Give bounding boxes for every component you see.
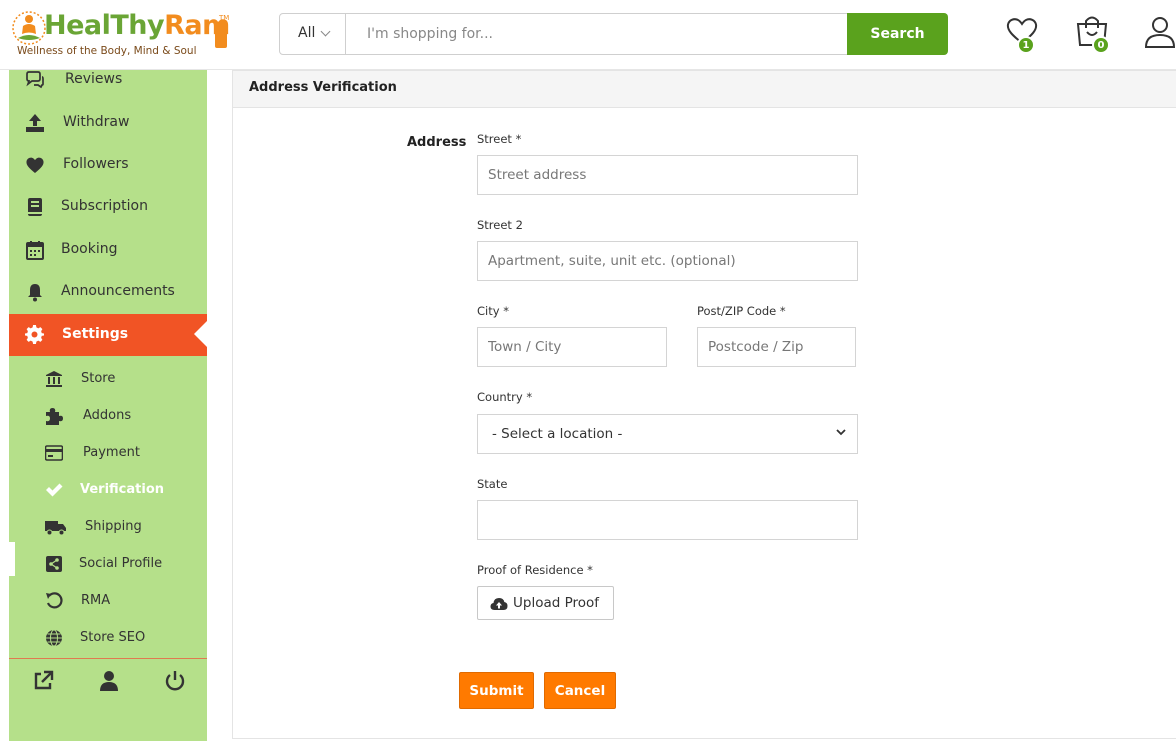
sidebar-subitem-label: RMA [81, 593, 111, 608]
truck-icon [45, 521, 66, 536]
book-icon [28, 198, 42, 216]
sidebar-subitem-label: Verification [80, 482, 165, 497]
sidebar-item-withdraw[interactable]: Withdraw [9, 103, 207, 143]
sidebar-subitem-social-profile[interactable]: Social Profile [9, 547, 207, 581]
state-label: State [477, 477, 508, 491]
cart-button[interactable]: 0 [1073, 14, 1113, 56]
logo-tm: TM [219, 14, 230, 22]
sidebar-subitem-store[interactable]: Store [9, 362, 207, 396]
sidebar-item-booking[interactable]: Booking [9, 230, 207, 270]
wishlist-count-badge: 1 [1017, 36, 1035, 54]
logo-name-part1: HealThy [44, 10, 165, 41]
logo-badge [215, 22, 227, 48]
address-verification-panel: Address Verification Address Street * St… [232, 70, 1176, 739]
cart-count-badge: 0 [1092, 36, 1110, 54]
country-label: Country * [477, 390, 533, 404]
country-select[interactable]: - Select a location - [477, 414, 858, 454]
sidebar-subitem-rma[interactable]: RMA [9, 584, 207, 618]
dashboard-sidebar: Reviews Withdraw Followers Subscription [9, 70, 208, 741]
search-category-select[interactable]: All [280, 14, 346, 54]
visit-store-button[interactable] [32, 670, 54, 692]
panel-header: Address Verification [233, 71, 1176, 108]
logo-tagline: Wellness of the Body, Mind & Soul [17, 45, 197, 57]
user-icon [100, 671, 118, 691]
sidebar-item-label: Reviews [65, 71, 123, 87]
zip-label: Post/ZIP Code * [697, 304, 786, 318]
sidebar-subitem-label: Store SEO [80, 630, 146, 645]
user-icon [1144, 17, 1176, 48]
upload-proof-button[interactable]: Upload Proof [477, 586, 614, 620]
wishlist-button[interactable]: 1 [1003, 14, 1043, 56]
sidebar-subitem-verification[interactable]: Verification [9, 473, 207, 507]
sidebar-item-label: Announcements [61, 283, 175, 299]
chevron-down-icon [836, 429, 846, 436]
search-button[interactable]: Search [847, 13, 948, 55]
site-logo[interactable]: HealThyRam TM Wellness of the Body, Mind… [12, 8, 230, 62]
sidebar-item-label: Settings [62, 326, 129, 342]
meditating-figure-icon [12, 11, 46, 45]
street-label: Street * [477, 132, 522, 146]
calendar-icon [26, 241, 44, 260]
puzzle-icon [46, 408, 63, 425]
cancel-button[interactable]: Cancel [544, 672, 616, 709]
sidebar-item-announcements[interactable]: Announcements [9, 272, 207, 312]
sidebar-subitem-store-seo[interactable]: Store SEO [9, 621, 207, 655]
submit-button[interactable]: Submit [459, 672, 534, 709]
edit-account-button[interactable] [98, 670, 120, 692]
city-label: City * [477, 304, 509, 318]
search-input[interactable] [347, 14, 847, 54]
power-icon [165, 671, 185, 691]
sidebar-item-settings[interactable]: Settings [9, 314, 208, 356]
account-button[interactable] [1141, 14, 1176, 56]
sidebar-item-reviews[interactable]: Reviews [9, 60, 207, 100]
logout-button[interactable] [164, 670, 186, 692]
sidebar-subitem-payment[interactable]: Payment [9, 436, 207, 470]
search-bar: All Search [279, 13, 948, 55]
street-field[interactable] [477, 155, 858, 195]
chevron-down-icon [320, 26, 331, 37]
address-section-label: Address [407, 135, 467, 150]
sidebar-subitem-label: Social Profile [79, 556, 163, 571]
bell-icon [28, 284, 42, 302]
proof-label: Proof of Residence * [477, 563, 593, 577]
panel-title: Address Verification [249, 80, 397, 95]
reviews-icon [26, 71, 44, 89]
search-category-value: All [298, 25, 316, 41]
globe-icon [46, 629, 62, 647]
sidebar-item-label: Subscription [61, 198, 148, 214]
sidebar-item-label: Followers [63, 156, 129, 172]
city-field[interactable] [477, 327, 667, 367]
zip-field[interactable] [697, 327, 856, 367]
upload-proof-label: Upload Proof [513, 595, 600, 611]
share-icon [46, 556, 62, 572]
country-selected-value: - Select a location - [492, 426, 623, 442]
undo-icon [46, 592, 63, 609]
sidebar-subitem-label: Store [81, 371, 116, 386]
upload-icon [26, 114, 44, 132]
gear-icon [25, 325, 44, 344]
cloud-upload-icon [490, 598, 508, 610]
check-icon [46, 483, 63, 497]
street2-field[interactable] [477, 241, 858, 281]
sidebar-item-label: Booking [61, 241, 118, 257]
heart-icon [26, 157, 44, 173]
sidebar-subitem-addons[interactable]: Addons [9, 399, 207, 433]
sidebar-subitem-label: Addons [83, 408, 132, 423]
credit-card-icon [45, 445, 63, 461]
external-link-icon [34, 670, 54, 690]
sidebar-subitem-label: Shipping [85, 519, 142, 534]
bank-icon [46, 371, 62, 387]
sidebar-subitem-label: Payment [83, 445, 140, 460]
sidebar-item-subscription[interactable]: Subscription [9, 187, 207, 227]
sidebar-item-label: Withdraw [63, 114, 130, 130]
state-field[interactable] [477, 500, 858, 540]
sidebar-footer-divider [9, 658, 207, 659]
sidebar-subitem-shipping[interactable]: Shipping [9, 510, 207, 544]
sidebar-item-followers[interactable]: Followers [9, 145, 207, 185]
logo-wordmark: HealThyRam [44, 10, 230, 41]
street2-label: Street 2 [477, 218, 523, 232]
